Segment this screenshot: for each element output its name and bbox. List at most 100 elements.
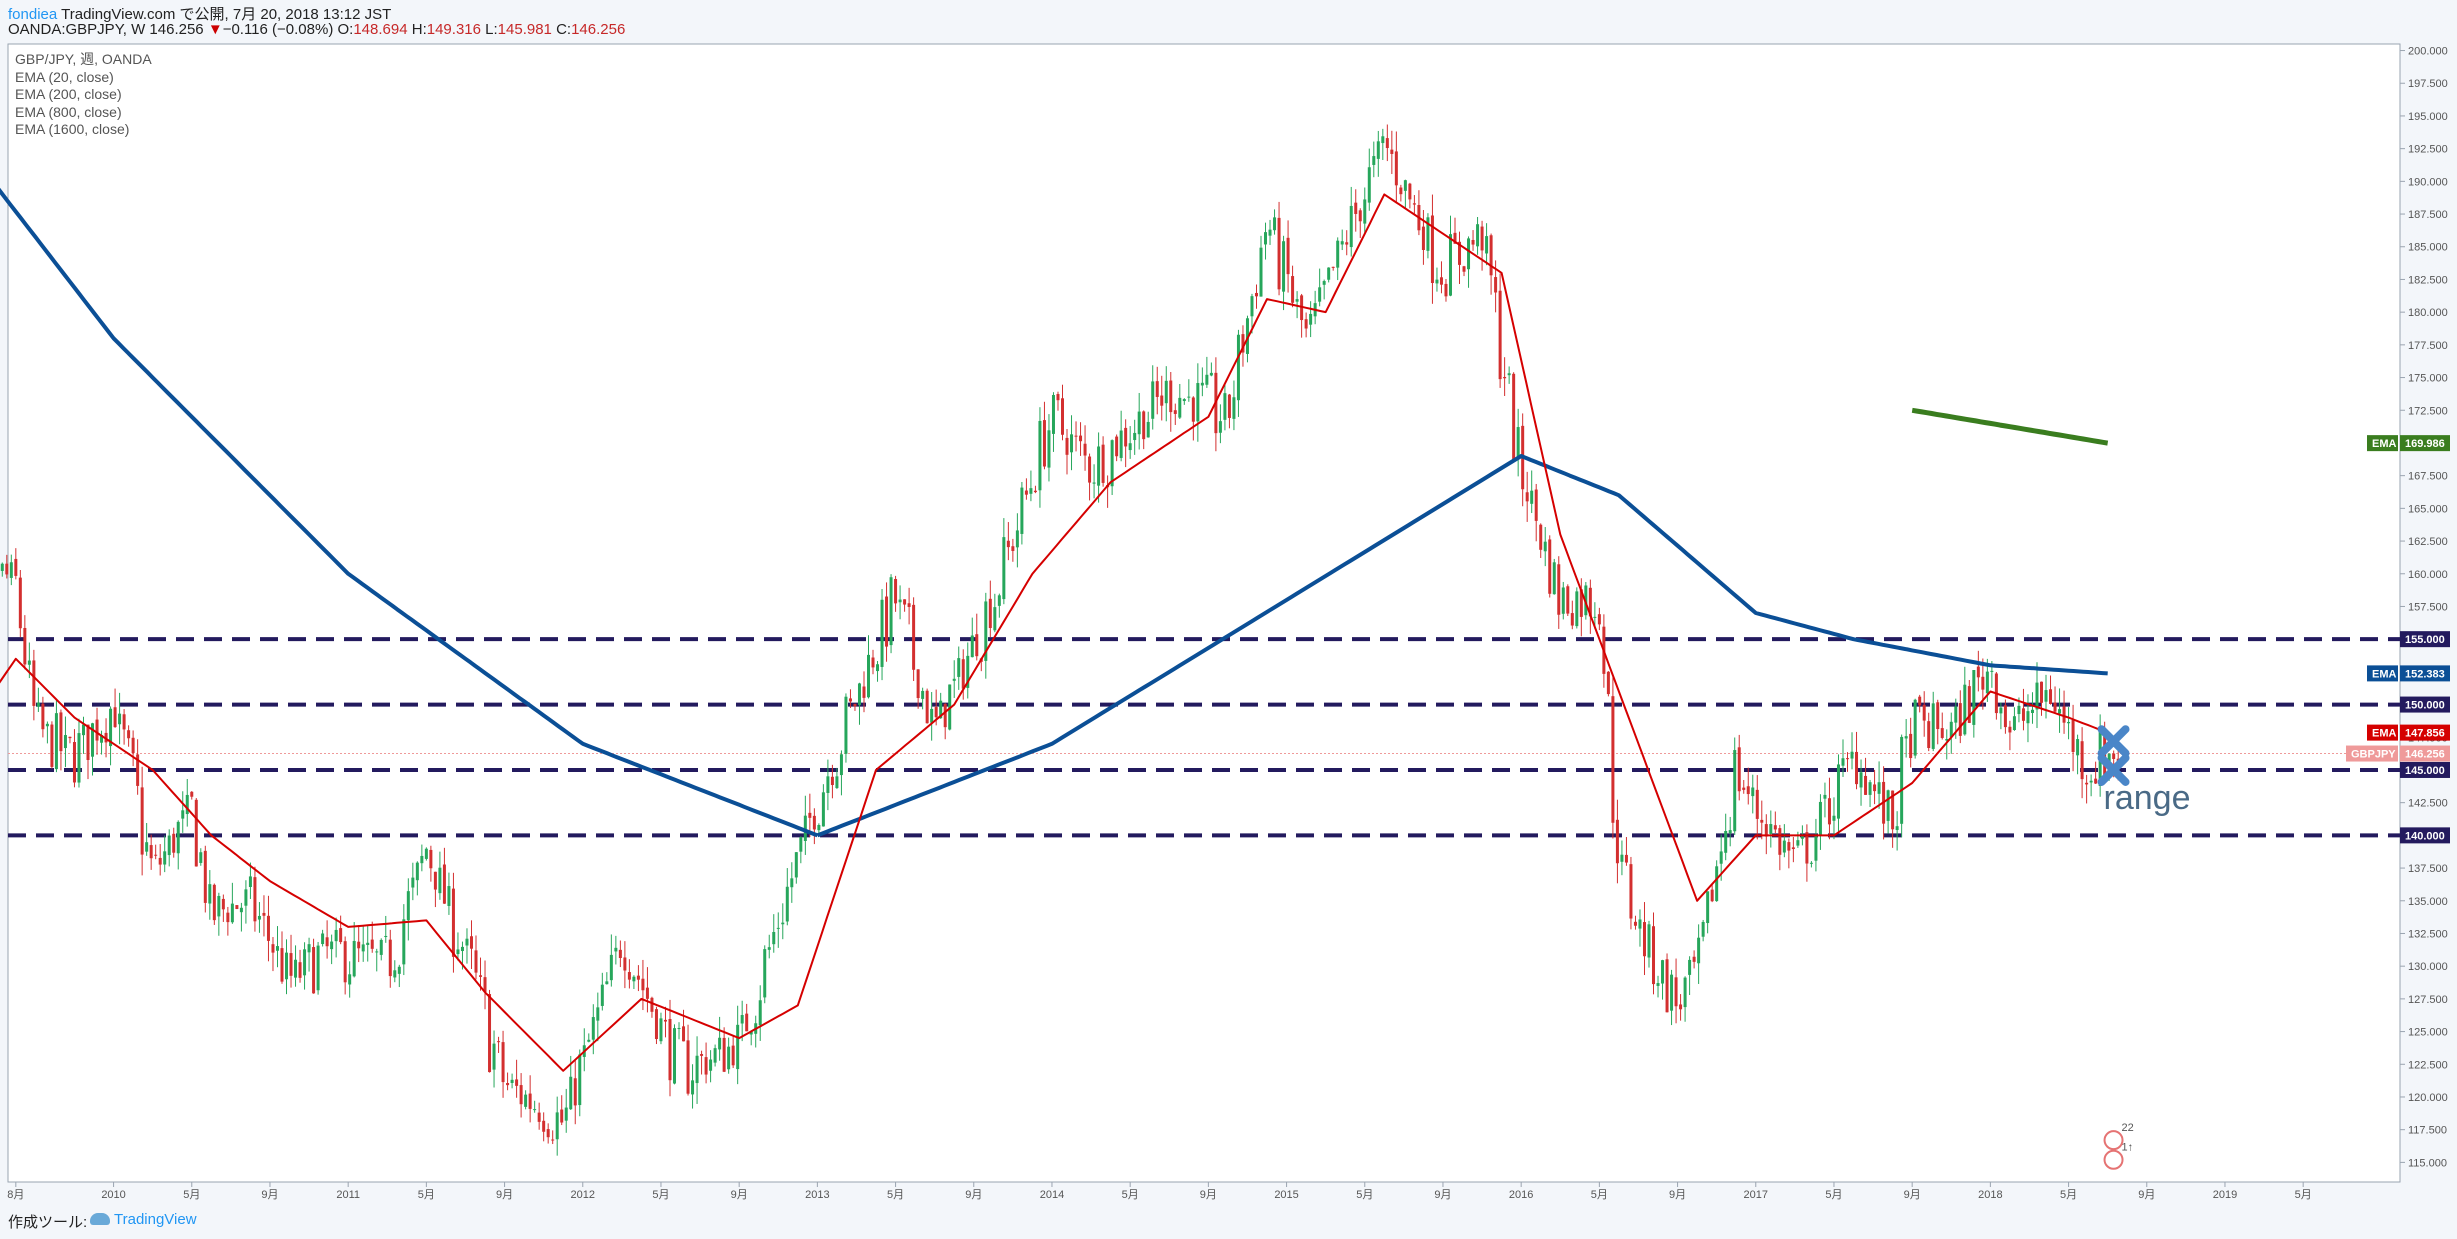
candle-up [510,1079,514,1083]
candle-down [1629,864,1633,919]
candle-down [1024,490,1028,495]
candle-down [190,791,194,797]
candle-up [2089,780,2093,783]
candle-up [1913,699,1917,756]
price-axis[interactable]: 115.000 117.500 120.000 122.500 125.000 127.5… [2400,46,2448,1170]
candle-down [1566,586,1570,614]
candle-down [1534,489,1538,521]
candle-up [880,599,884,667]
candle-down [1611,696,1615,823]
x-tick-label: 2016 [1509,1189,1533,1201]
candle-up [970,635,974,658]
candle-up [1809,862,1813,864]
candle-up [54,713,58,770]
candle-down [1791,847,1795,850]
candle-up [1236,334,1240,401]
candle-up [1327,267,1331,280]
candle-up [230,903,234,923]
candle-down [501,1042,505,1083]
candle-down [1679,1004,1683,1010]
candle-down [357,941,361,949]
time-axis[interactable]: 8月 2010 5月 9月 2011 5月 9月 2012 5月 9月 2013 5月 9月 2014 5月… [7,1182,2312,1201]
candle-up [1516,427,1520,458]
tradingview-logo[interactable]: TradingView [90,1211,197,1228]
candle-down [537,1112,541,1122]
x-tick-label: 9月 [261,1189,278,1201]
candle-down [1710,889,1714,902]
x-tick-label: 2019 [2213,1189,2237,1201]
candle-down [122,714,126,730]
tradingview-link[interactable]: TradingView [114,1211,197,1228]
candle-up [1832,815,1836,821]
candle-up [1701,921,1705,937]
price-tag-name: EMA [2372,438,2397,450]
candle-up [1841,758,1845,766]
candle-down [894,578,898,604]
candle-down [1011,546,1015,551]
candle-up [248,876,252,888]
candle-down [1277,217,1281,290]
candle-down [1633,921,1637,926]
candle-up [1728,830,1732,834]
candle-down [1042,420,1046,467]
price-chart[interactable]: range 22 1↑ 115.000 117.500 120.000 122.500 12… [0,0,2457,1239]
legend-ema800[interactable]: EMA (800, close) [15,104,152,122]
candle-down [343,941,347,983]
candle-up [867,654,871,698]
candle-up [2017,705,2021,715]
candle-down [925,690,929,724]
candle-down [140,787,144,855]
candle-down [68,736,72,739]
candle-down [1385,138,1389,149]
candle-down [2040,681,2044,703]
candle-up [835,776,839,789]
candle-down [1421,226,1425,250]
candle-down [871,657,875,668]
candle-up [591,1017,595,1040]
x-tick-label: 5月 [887,1189,904,1201]
candle-up [578,1054,582,1106]
x-tick-label: 9月 [1434,1189,1451,1201]
candle-down [2080,741,2084,780]
candle-up [384,935,388,938]
candle-up [2030,709,2034,714]
candle-down [1345,242,1349,245]
x-tick-label: 2018 [1978,1189,2002,1201]
candle-up [1295,299,1299,302]
candle-down [203,850,207,903]
x-tick-label: 9月 [965,1189,982,1201]
candle-down [253,877,257,922]
candle-down [2021,708,2025,721]
x-tick-label: 5月 [1825,1189,1842,1201]
candle-up [587,1039,591,1042]
candle-down [1444,283,1448,297]
candle-down [325,937,329,947]
candle-up [957,658,961,677]
price-tag-value: 146.256 [2405,749,2445,761]
candle-down [212,884,216,921]
candle-down [266,915,270,941]
legend-ema1600[interactable]: EMA (1600, close) [15,121,152,139]
candle-down [1958,703,1962,736]
candle-down [1006,540,1010,548]
candle-down [1060,398,1064,435]
candle-down [479,975,483,977]
candle-down [506,1082,510,1086]
legend-instrument[interactable]: GBP/JPY, 週, OANDA [15,51,152,69]
x-tick-label: 8月 [7,1189,24,1201]
candle-up [1381,136,1385,144]
candle-up [614,947,618,952]
candle-down [1755,789,1759,819]
candle-up [1954,706,1958,723]
candle-down [515,1079,519,1086]
price-tag-value: 169.986 [2405,438,2445,450]
legend-ema20[interactable]: EMA (20, close) [15,69,152,87]
candle-up [1886,790,1890,821]
candle-down [1557,564,1561,615]
candle-up [839,754,843,776]
candle-up [1435,279,1439,284]
candle-down [339,928,343,943]
candle-down [1615,819,1619,864]
legend-ema200[interactable]: EMA (200, close) [15,86,152,104]
candle-down [912,604,916,670]
